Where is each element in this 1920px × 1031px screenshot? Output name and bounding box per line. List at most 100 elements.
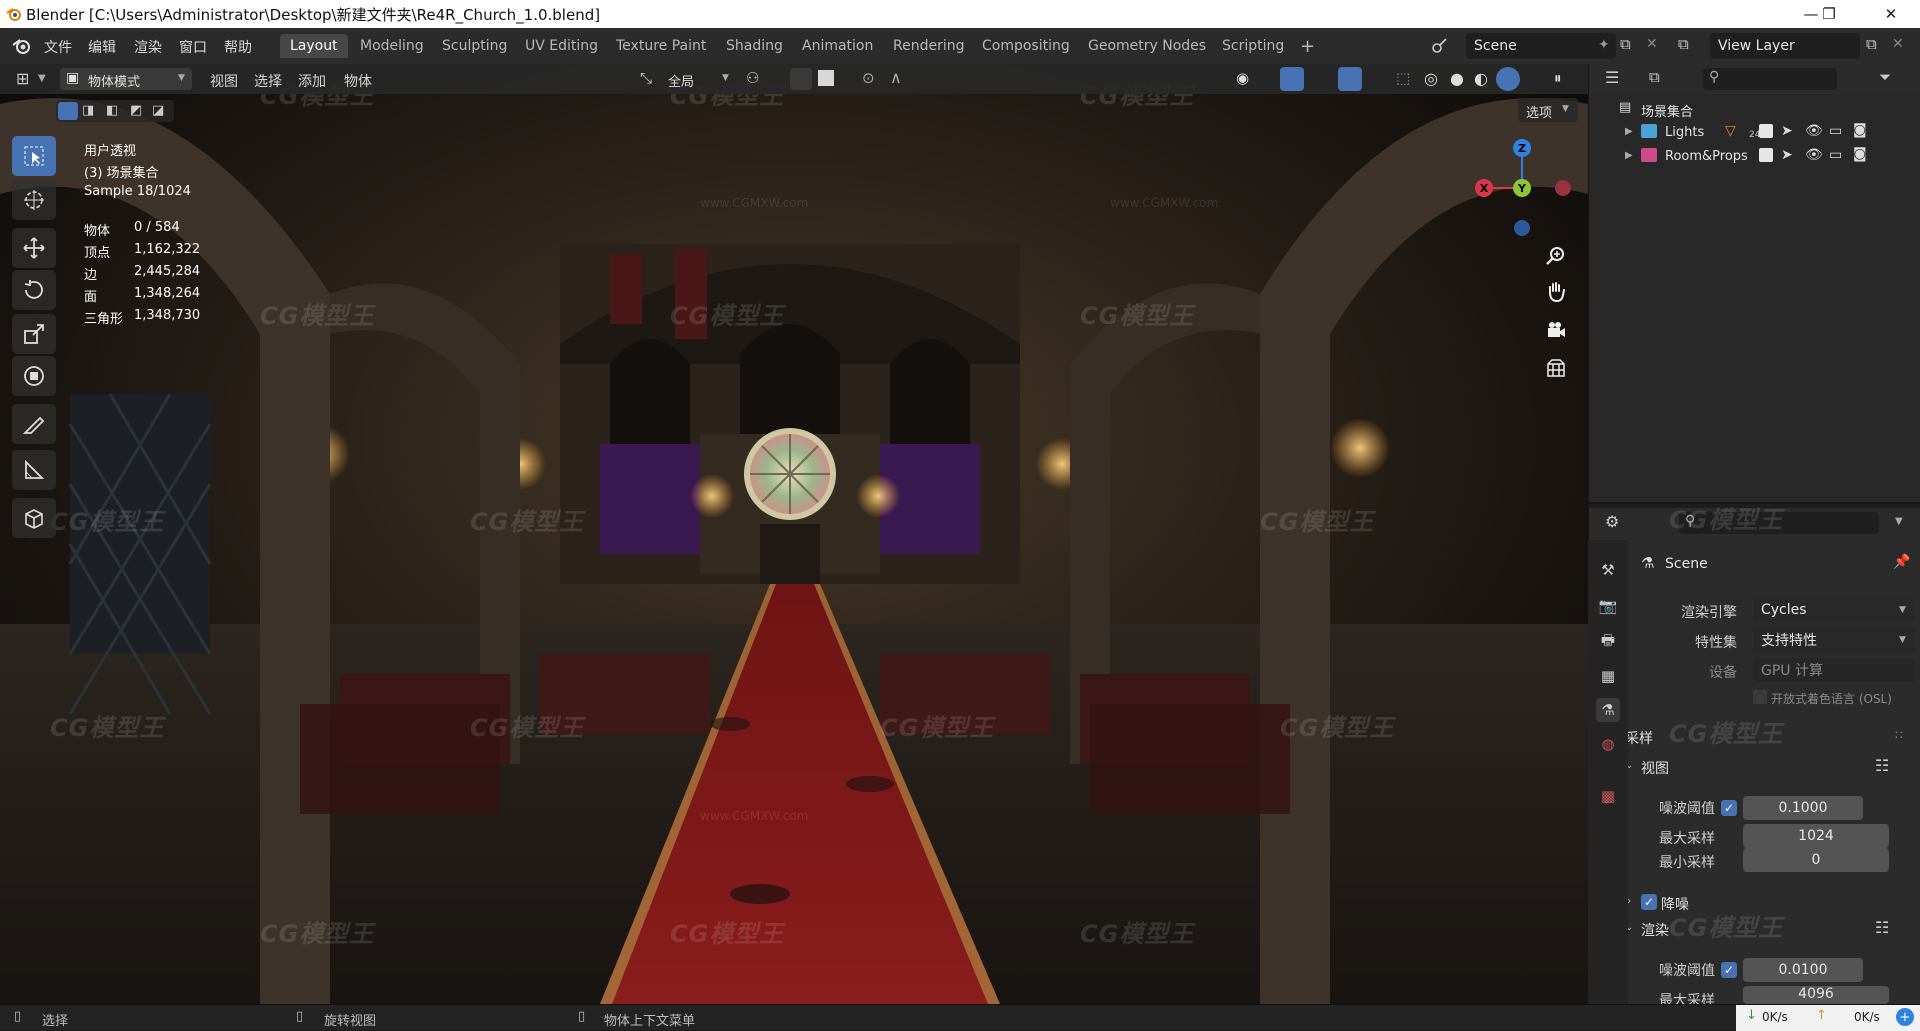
view-layer-tab-icon[interactable]: ▦ (1596, 664, 1620, 688)
outliner-row-lights[interactable]: ▶ Lights ▽ 24 ➤ 👁 ▭ ◙ (1589, 122, 1920, 144)
menu-window[interactable]: 窗口 (179, 37, 207, 57)
navigation-gizmo[interactable]: Z X Y (1466, 134, 1574, 242)
select-arrow-icon[interactable]: ➤ (1781, 123, 1793, 139)
scale-tool[interactable] (12, 314, 56, 354)
menu-render[interactable]: 渲染 (134, 37, 162, 57)
device-dropdown[interactable]: GPU 计算 (1753, 658, 1915, 682)
render-engine-dropdown[interactable]: Cycles ▼ (1753, 598, 1915, 622)
pin-icon[interactable]: ✦ (1598, 37, 1610, 53)
rotate-tool[interactable] (12, 270, 56, 310)
monitor-icon[interactable]: ▭ (1829, 123, 1842, 139)
outliner-editor-icon[interactable]: ☰ (1605, 68, 1619, 87)
tab-texture-paint[interactable]: Texture Paint (606, 34, 716, 58)
maximize-button[interactable]: ❐ (1806, 0, 1852, 28)
projection-toggle-button[interactable] (1540, 352, 1572, 384)
move-tool[interactable] (12, 228, 56, 268)
expand-arrow-icon[interactable]: ▶ (1625, 126, 1633, 137)
transform-orientation-icon[interactable]: ⤡ (640, 69, 652, 87)
transform-orientation-label[interactable]: 全局 (668, 71, 694, 90)
transform-tool[interactable] (12, 356, 56, 396)
tab-layout[interactable]: Layout (280, 34, 348, 58)
falloff-icon[interactable]: ∧ (890, 68, 902, 87)
eye-icon[interactable]: 👁 (1805, 147, 1823, 163)
add-cube-tool[interactable] (12, 498, 56, 538)
output-tab-icon[interactable]: 🖶 (1596, 630, 1620, 654)
presets-list-icon[interactable]: ☷ (1875, 756, 1889, 775)
menu-file[interactable]: 文件 (44, 37, 72, 57)
pause-render-icon[interactable]: ⏸ (1554, 69, 1562, 87)
new-scene-icon[interactable]: ⧉ (1620, 35, 1631, 53)
tab-shading[interactable]: Shading (716, 34, 793, 58)
denoise-subsection-title[interactable]: 降噪 (1661, 894, 1689, 914)
select-subtract-icon[interactable]: ◧ (106, 103, 118, 118)
eye-icon[interactable]: 👁 (1805, 123, 1823, 139)
pan-button[interactable] (1540, 276, 1572, 308)
overlay-toggle-icon[interactable] (1338, 67, 1362, 91)
xray-icon[interactable]: ⬚ (1396, 69, 1410, 87)
camera-view-button[interactable] (1540, 314, 1572, 346)
snap-toggle-icon[interactable] (790, 68, 812, 90)
exclude-checkbox-icon[interactable] (1759, 124, 1773, 138)
properties-search-input[interactable]: ⚲ (1679, 512, 1879, 534)
select-invert-icon[interactable]: ◩ (130, 103, 142, 118)
render-subsection-title[interactable]: 渲染 (1641, 920, 1669, 940)
denoise-checkbox[interactable]: ✓ (1641, 894, 1657, 910)
viewport-menu-add[interactable]: 添加 (298, 71, 326, 91)
expand-arrow-icon[interactable]: ▶ (1625, 150, 1633, 161)
pivot-point-icon[interactable]: ⚇ (746, 69, 759, 87)
menu-help[interactable]: 帮助 (224, 37, 252, 57)
view-layer-selector[interactable]: View Layer (1710, 33, 1860, 59)
close-button[interactable]: ✕ (1868, 0, 1914, 28)
menu-edit[interactable]: 编辑 (88, 37, 116, 57)
properties-editor-icon[interactable]: ⚙ (1605, 512, 1619, 531)
select-new-icon[interactable] (58, 102, 78, 120)
presets-list-icon[interactable]: ☷ (1875, 918, 1889, 937)
cursor-tool[interactable] (12, 180, 56, 220)
sampling-section-title[interactable]: 采样 (1625, 728, 1653, 748)
tab-modeling[interactable]: Modeling (350, 34, 434, 58)
outliner-search-input[interactable]: ⚲ (1703, 68, 1837, 90)
tab-uv-editing[interactable]: UV Editing (515, 34, 608, 58)
solid-shading-icon[interactable]: ● (1450, 69, 1464, 88)
pin-icon[interactable]: 📌 (1893, 554, 1910, 570)
mode-selector[interactable]: ▣ 物体模式 ▼ (60, 68, 192, 90)
add-icon[interactable]: + (1896, 1008, 1914, 1026)
blender-menu-icon[interactable] (12, 37, 32, 55)
delete-view-layer-icon[interactable]: ✕ (1892, 36, 1904, 52)
outliner-row-room-props[interactable]: ▶ Room&Props ➤ 👁 ▭ ◙ (1589, 146, 1920, 168)
drag-handle-icon[interactable]: ∷ (1895, 728, 1903, 742)
rendered-shading-icon[interactable] (1496, 67, 1520, 91)
select-intersect-icon[interactable]: ◪ (152, 103, 164, 118)
proportional-editing-icon[interactable]: ⊙ (862, 69, 875, 87)
feature-set-dropdown[interactable]: 支持特性 ▼ (1753, 628, 1915, 652)
viewport-max-samples-field[interactable]: 1024 (1743, 824, 1889, 848)
annotate-tool[interactable] (12, 404, 56, 444)
filter-icon[interactable]: ⏷ (1879, 68, 1891, 86)
3d-viewport[interactable]: CG模型王 CG模型王 CG模型王 CG模型王 CG模型王 CG模型王 CG模型… (0, 64, 1588, 1004)
render-camera-icon[interactable]: ◙ (1853, 122, 1867, 138)
viewport-min-samples-field[interactable]: 0 (1743, 848, 1889, 872)
gizmo-toggle-icon[interactable] (1280, 67, 1304, 91)
viewport-noise-threshold-field[interactable]: 0.1000 (1743, 796, 1863, 820)
editor-type-icon[interactable]: ⊞ (16, 69, 29, 88)
chevron-down-icon[interactable]: ▼ (1895, 516, 1903, 527)
wireframe-shading-icon[interactable]: ◎ (1424, 69, 1438, 88)
new-view-layer-icon[interactable]: ⧉ (1866, 35, 1877, 53)
tab-scripting[interactable]: Scripting (1212, 34, 1294, 58)
add-workspace-button[interactable]: + (1290, 34, 1325, 58)
tool-tab-icon[interactable]: ⚒ (1596, 558, 1620, 582)
scene-icon[interactable] (1430, 36, 1450, 56)
visibility-icon[interactable]: ◉ (1236, 69, 1249, 87)
exclude-checkbox-icon[interactable] (1759, 148, 1773, 162)
tab-sculpting[interactable]: Sculpting (432, 34, 517, 58)
tab-compositing[interactable]: Compositing (972, 34, 1080, 58)
viewport-subsection-title[interactable]: 视图 (1641, 758, 1669, 778)
tab-animation[interactable]: Animation (792, 34, 883, 58)
material-shading-icon[interactable]: ◐ (1474, 69, 1488, 88)
select-extend-icon[interactable]: ◨ (82, 103, 94, 118)
outliner-row-scene-collection[interactable]: ▤ 场景集合 (1589, 98, 1920, 120)
scene-selector[interactable]: Scene (1466, 33, 1616, 59)
measure-tool[interactable] (12, 450, 56, 490)
render-tab-icon[interactable]: 📷 (1596, 594, 1620, 618)
view-layer-icon[interactable]: ⧉ (1678, 35, 1689, 53)
